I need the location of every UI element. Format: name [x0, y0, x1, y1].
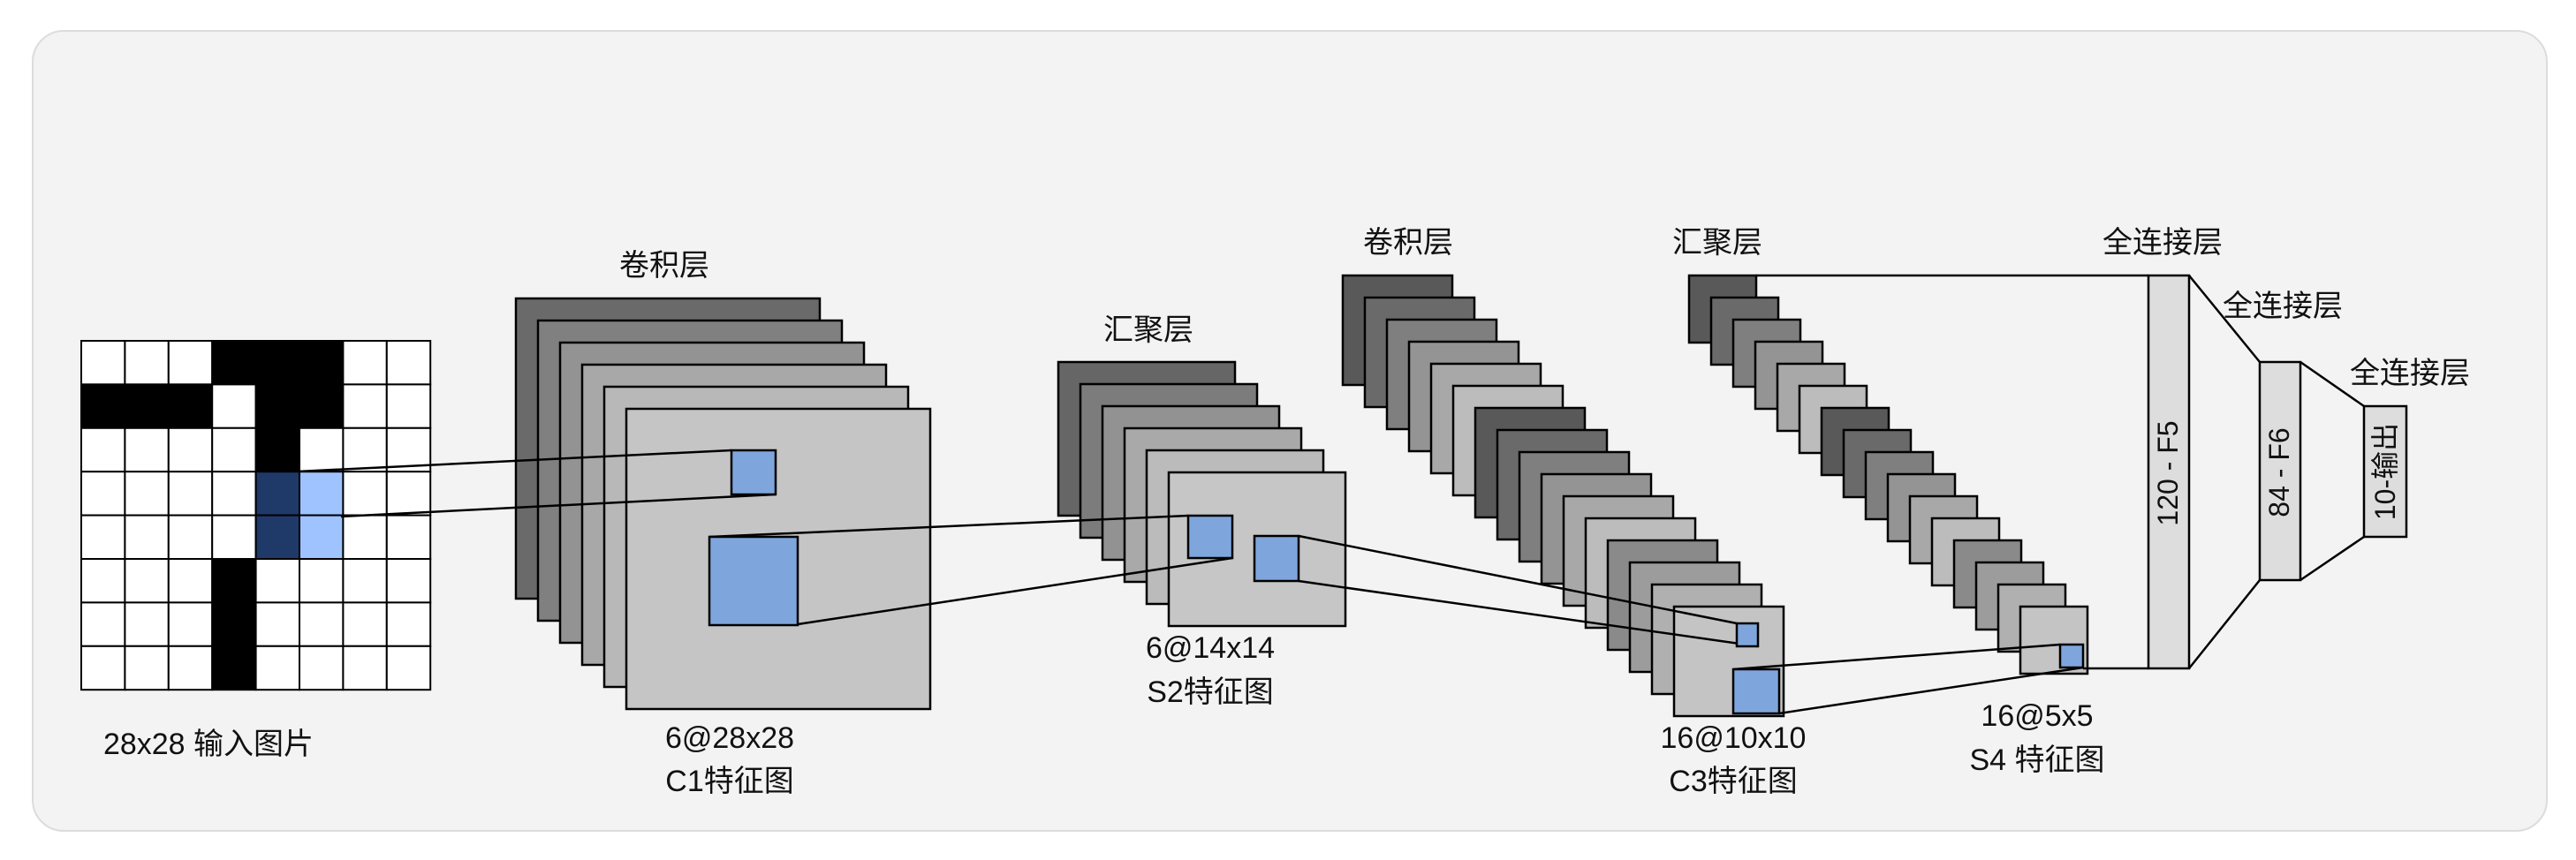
c3-kernel-large	[1731, 668, 1781, 715]
input-pixel	[385, 558, 432, 604]
c1-shape: 6@28x28	[665, 721, 794, 755]
input-pixel	[254, 601, 301, 647]
input-pixel	[211, 340, 257, 386]
c1-large-kernel	[708, 535, 799, 627]
input-pixel	[167, 426, 214, 473]
connection-line	[2188, 579, 2261, 669]
s2-title: 汇聚层	[1103, 313, 1193, 347]
input-pixel	[124, 645, 170, 691]
output-label: 10-输出	[2369, 423, 2401, 520]
input-pixel	[385, 645, 432, 691]
s2-kernel-b	[1253, 534, 1300, 583]
s4-name: S4 特征图	[1969, 743, 2104, 777]
input-pixel	[342, 383, 388, 429]
input-caption: 28x28 输入图片	[103, 728, 314, 761]
input-pixel	[124, 383, 170, 429]
input-pixel	[299, 383, 345, 429]
s2-feature-map-stack	[1057, 360, 1347, 628]
c3-shape: 16@10x10	[1661, 721, 1807, 755]
input-pixel	[167, 383, 214, 429]
input-pixel	[254, 471, 301, 517]
input-pixel	[80, 558, 126, 604]
input-pixel	[80, 340, 126, 386]
input-pixel	[299, 340, 345, 386]
c3-title: 卷积层	[1363, 226, 1453, 260]
input-pixel	[299, 601, 345, 647]
input-pixel	[167, 471, 214, 517]
input-pixel	[167, 601, 214, 647]
input-pixel	[211, 471, 257, 517]
connection-line	[2299, 535, 2365, 582]
input-pixel	[124, 426, 170, 473]
c3-kernel-small	[1735, 622, 1760, 648]
input-pixel	[124, 340, 170, 386]
input-pixel	[385, 471, 432, 517]
input-pixel	[342, 426, 388, 473]
input-pixel	[299, 471, 345, 517]
input-pixel	[124, 471, 170, 517]
input-pixel	[254, 383, 301, 429]
s4-kernel	[2058, 643, 2085, 669]
input-pixel	[211, 514, 257, 560]
c3-name: C3特征图	[1669, 765, 1797, 798]
input-pixel	[342, 558, 388, 604]
input-pixel	[342, 645, 388, 691]
s4-shape: 16@5x5	[1981, 699, 2093, 733]
input-pixel	[342, 514, 388, 560]
c1-small-kernel	[730, 449, 777, 496]
f5-label: 120 - F5	[2152, 420, 2184, 525]
input-pixel	[299, 645, 345, 691]
input-pixel	[342, 471, 388, 517]
input-pixel	[254, 514, 301, 560]
input-pixel	[80, 471, 126, 517]
f6-label: 84 - F6	[2263, 427, 2295, 517]
input-pixel	[211, 383, 257, 429]
input-pixel	[211, 426, 257, 473]
input-pixel	[385, 514, 432, 560]
input-pixel	[385, 383, 432, 429]
input-pixel	[211, 645, 257, 691]
input-pixel	[342, 601, 388, 647]
input-pixel	[299, 558, 345, 604]
input-pixel	[80, 645, 126, 691]
input-pixel	[211, 601, 257, 647]
s4-title: 汇聚层	[1672, 226, 1762, 260]
input-pixel	[254, 426, 301, 473]
input-pixel	[167, 340, 214, 386]
f5-title: 全连接层	[2102, 226, 2223, 260]
input-pixel	[342, 340, 388, 386]
input-pixel	[211, 558, 257, 604]
input-pixel	[299, 514, 345, 560]
s2-shape: 6@14x14	[1146, 631, 1275, 665]
input-pixel	[167, 645, 214, 691]
c1-name: C1特征图	[665, 765, 793, 798]
input-pixel	[254, 340, 301, 386]
c1-title: 卷积层	[619, 249, 709, 283]
input-pixel	[80, 514, 126, 560]
input-pixel	[385, 340, 432, 386]
input-pixel	[254, 558, 301, 604]
input-pixel	[254, 645, 301, 691]
s2-name: S2特征图	[1147, 675, 1274, 709]
input-pixel	[80, 426, 126, 473]
input-pixel	[80, 601, 126, 647]
input-pixel	[80, 383, 126, 429]
f6-title: 全连接层	[2223, 290, 2343, 323]
input-pixel	[124, 514, 170, 560]
input-pixel	[299, 426, 345, 473]
output-title: 全连接层	[2350, 357, 2470, 390]
s2-kernel-a	[1186, 514, 1234, 560]
input-pixel	[124, 601, 170, 647]
input-pixel	[124, 558, 170, 604]
input-pixel	[167, 558, 214, 604]
input-pixel	[167, 514, 214, 560]
lenet-diagram: 120 - F5 84 - F6 10-输出卷积层汇聚层卷积层 汇聚层 全连接层全连接层…	[80, 226, 2470, 798]
input-pixel	[385, 601, 432, 647]
